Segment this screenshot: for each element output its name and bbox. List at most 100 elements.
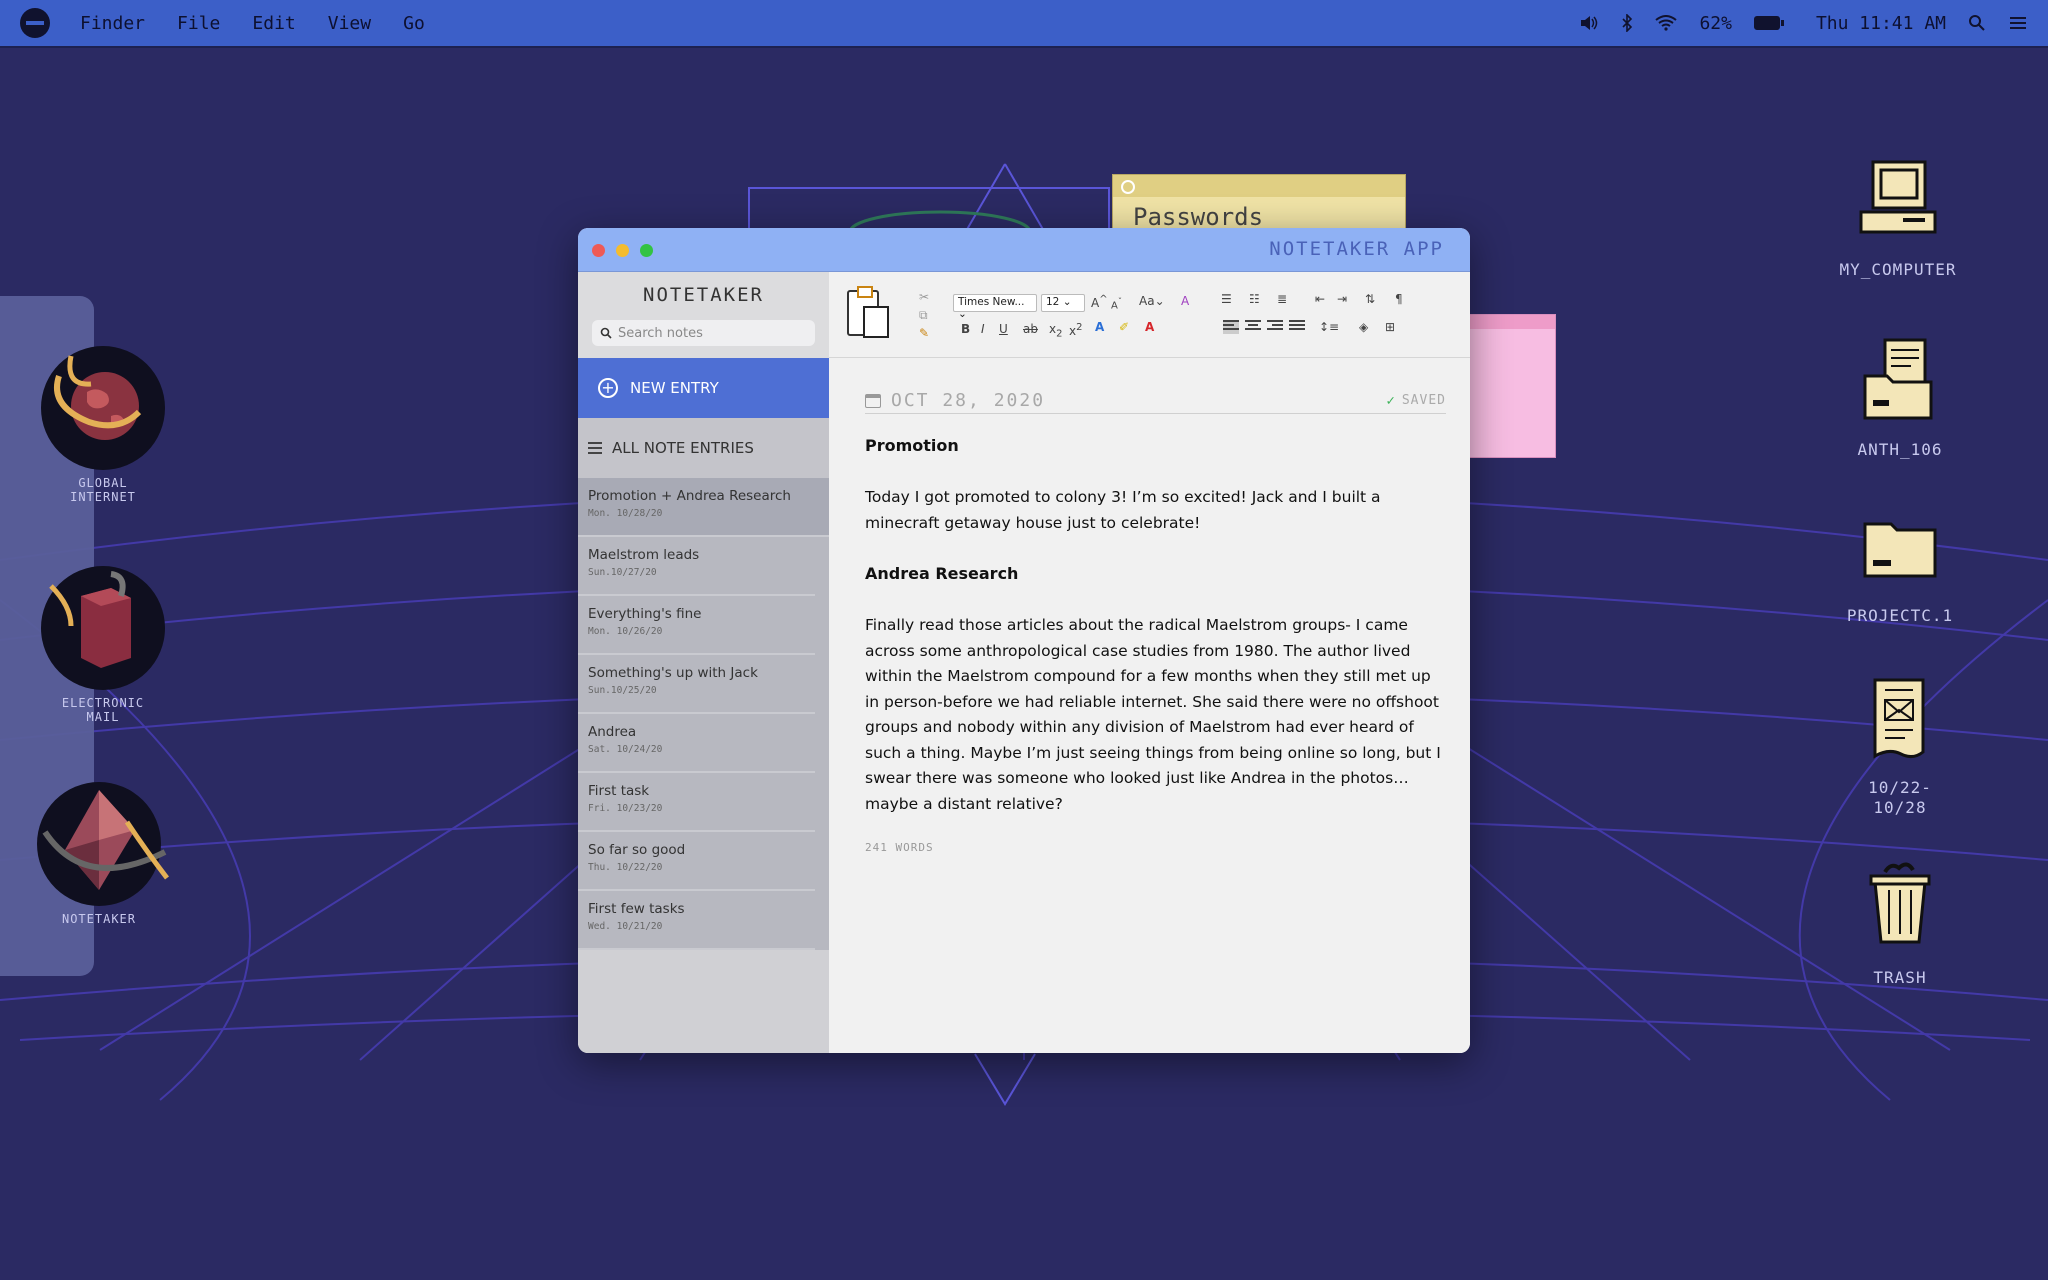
battery-icon[interactable] — [1753, 16, 1784, 30]
italic-icon[interactable]: I — [981, 322, 985, 336]
menu-edit[interactable]: Edit — [252, 13, 295, 34]
volume-icon[interactable] — [1579, 14, 1599, 32]
font-family-value: Times New... — [958, 296, 1025, 308]
entry-title: So far so good — [588, 842, 686, 858]
menu-view[interactable]: View — [328, 13, 371, 34]
subscript-icon[interactable]: x2 — [1049, 322, 1062, 339]
desktop-icon-trash[interactable]: TRASH — [1830, 858, 1970, 988]
entry-title: Everything's fine — [588, 606, 702, 622]
menu-go[interactable]: Go — [403, 13, 425, 34]
borders-icon[interactable]: ⊞ — [1385, 320, 1395, 334]
all-note-entries-header[interactable]: ALL NOTE ENTRIES — [578, 418, 829, 478]
desktop-icon-projectc[interactable]: PROJECTC.1 — [1830, 512, 1970, 626]
computer-icon — [1859, 160, 1937, 234]
dock-app-notetaker[interactable]: NOTETAKER — [24, 782, 174, 926]
font-family-select[interactable]: Times New... ⌄ — [953, 294, 1037, 320]
list-item[interactable]: First few tasks Wed. 10/21/20 — [578, 891, 815, 950]
align-right-icon[interactable] — [1267, 320, 1283, 334]
decrease-indent-icon[interactable]: ⇤ — [1315, 292, 1325, 306]
list-item[interactable]: Something's up with Jack Sun.10/25/20 — [578, 655, 815, 714]
battery-percent: 62% — [1699, 12, 1732, 34]
list-item[interactable]: So far so good Thu. 10/22/20 — [578, 832, 815, 891]
list-item[interactable]: Andrea Sat. 10/24/20 — [578, 714, 815, 773]
list-item[interactable]: Maelstrom leads Sun.10/27/20 — [578, 537, 815, 596]
shrink-font-icon[interactable]: Aˇ — [1111, 296, 1122, 311]
dock-app-electronic-mail[interactable]: ELECTRONIC MAIL — [28, 566, 178, 724]
dock-app-global-internet[interactable]: GLOBAL INTERNET — [28, 346, 178, 504]
desktop-icon-10-22-10-28[interactable]: 10/22- 10/28 — [1830, 676, 1970, 818]
search-box[interactable] — [592, 320, 815, 346]
clock[interactable]: Thu 11:41 AM — [1816, 13, 1946, 34]
list-item[interactable]: First task Fri. 10/23/20 — [578, 773, 815, 832]
desktop-icon-my-computer[interactable]: MY_COMPUTER — [1828, 156, 1968, 280]
underline-icon[interactable]: U — [999, 322, 1008, 336]
align-center-icon[interactable] — [1245, 320, 1261, 334]
close-button[interactable] — [592, 244, 605, 257]
increase-indent-icon[interactable]: ⇥ — [1337, 292, 1347, 306]
show-formatting-icon[interactable]: ¶ — [1395, 292, 1403, 306]
clear-formatting-icon[interactable]: A — [1181, 294, 1189, 308]
grow-font-icon[interactable]: A^ — [1091, 294, 1108, 310]
sidebar-header: NOTETAKER — [578, 272, 829, 358]
plus-circle-icon: + — [598, 378, 618, 398]
system-logo-icon[interactable] — [20, 8, 50, 38]
window-titlebar[interactable]: NOTETAKER APP — [578, 228, 1470, 272]
entry-date: Mon. 10/28/20 — [588, 508, 663, 519]
new-entry-button[interactable]: + NEW ENTRY — [578, 358, 829, 418]
checkmark-icon: ✓ — [1386, 392, 1396, 409]
strikethrough-icon[interactable]: ab — [1023, 322, 1038, 336]
menu-finder[interactable]: Finder — [80, 13, 145, 34]
sticky-note-passwords[interactable]: Passwords — [1112, 174, 1406, 230]
maximize-button[interactable] — [640, 244, 653, 257]
list-item[interactable]: Promotion + Andrea Research Mon. 10/28/2… — [578, 478, 829, 537]
font-size-select[interactable]: 12 ⌄ — [1041, 294, 1085, 312]
minimize-button[interactable] — [616, 244, 629, 257]
copy-icon[interactable]: ⧉ — [919, 308, 928, 323]
list-item[interactable]: Everything's fine Mon. 10/26/20 — [578, 596, 815, 655]
save-status: ✓ SAVED — [1386, 393, 1446, 409]
note-document[interactable]: OCT 28, 2020 ✓ SAVED Promotion Today I g… — [829, 388, 1470, 854]
entry-title: Something's up with Jack — [588, 665, 758, 681]
desktop-icon-label: 10/22- 10/28 — [1868, 778, 1932, 817]
shading-icon[interactable]: ◈ — [1359, 320, 1368, 334]
spotlight-search-icon[interactable] — [1968, 14, 1986, 32]
change-case-button[interactable]: Aa⌄ — [1139, 294, 1165, 308]
cut-icon[interactable]: ✂ — [919, 290, 929, 304]
crystal-icon — [37, 782, 169, 906]
desktop-icon-label: PROJECTC.1 — [1846, 606, 1954, 625]
desktop-icon-label: MY_COMPUTER — [1839, 260, 1957, 279]
entry-date: Mon. 10/26/20 — [588, 626, 663, 637]
entry-title: First task — [588, 783, 650, 799]
align-left-icon[interactable] — [1223, 320, 1239, 334]
desktop-icon-label: TRASH — [1873, 968, 1927, 987]
notetaker-window: NOTETAKER APP NOTETAKER + NEW ENTRY ALL … — [578, 228, 1470, 1053]
formatting-toolbar: ✂ ⧉ ✎ Times New... ⌄ 12 ⌄ A^ Aˇ Aa⌄ A B … — [829, 272, 1470, 358]
highlight-icon[interactable]: ✐ — [1119, 320, 1129, 334]
entry-date: Thu. 10/22/20 — [588, 862, 663, 873]
justify-icon[interactable] — [1289, 320, 1305, 334]
bullets-icon[interactable]: ☰ — [1221, 292, 1232, 306]
dock-app-label: ELECTRONIC MAIL — [61, 696, 145, 724]
bold-icon[interactable]: B — [961, 322, 970, 336]
menu-file[interactable]: File — [177, 13, 220, 34]
wifi-icon[interactable] — [1655, 15, 1678, 31]
line-spacing-icon[interactable]: ↕≡ — [1319, 320, 1339, 334]
change-case-label: Aa — [1139, 294, 1155, 308]
sticky-note-header — [1113, 175, 1405, 197]
multilevel-list-icon[interactable]: ≣ — [1277, 292, 1287, 306]
search-input[interactable] — [618, 325, 798, 341]
paste-icon[interactable] — [847, 286, 889, 338]
folder-icon — [1863, 522, 1937, 578]
entry-title: First few tasks — [588, 901, 685, 917]
format-painter-icon[interactable]: ✎ — [919, 326, 929, 340]
text-effects-icon[interactable]: A — [1095, 320, 1104, 334]
dock-app-label: GLOBAL INTERNET — [70, 476, 136, 504]
sort-icon[interactable]: ⇅ — [1365, 292, 1375, 306]
superscript-icon[interactable]: x2 — [1069, 322, 1082, 338]
control-center-icon[interactable] — [2008, 15, 2028, 31]
desktop-icon-anth-106[interactable]: ANTH_106 — [1830, 336, 1970, 460]
bluetooth-icon[interactable] — [1621, 14, 1633, 32]
numbering-icon[interactable]: ☷ — [1249, 292, 1260, 306]
font-color-icon[interactable]: A — [1145, 320, 1154, 334]
note-paragraph: Today I got promoted to colony 3! I’m so… — [865, 488, 1381, 532]
